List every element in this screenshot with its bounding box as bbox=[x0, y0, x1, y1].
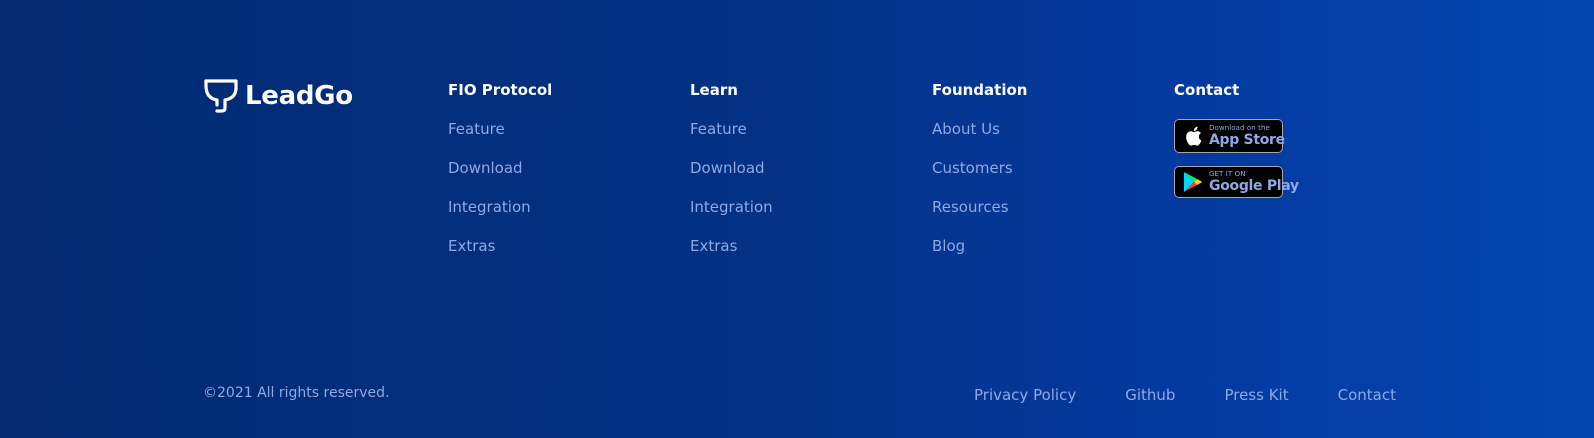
footer-link-download[interactable]: Download bbox=[448, 159, 523, 177]
footer-link-extras[interactable]: Extras bbox=[448, 237, 495, 255]
app-store-badge[interactable]: Download on the App Store bbox=[1174, 119, 1285, 153]
github-link[interactable]: Github bbox=[1125, 386, 1175, 404]
column-heading: Learn bbox=[690, 81, 738, 99]
funnel-logo-icon bbox=[204, 79, 238, 113]
footer-column-learn: Learn Feature Download Integration Extra… bbox=[690, 80, 773, 275]
app-store-title: App Store bbox=[1209, 132, 1285, 148]
footer-link-about-us[interactable]: About Us bbox=[932, 120, 1000, 138]
column-heading: Foundation bbox=[932, 81, 1028, 99]
brand-logo[interactable]: LeadGo bbox=[203, 78, 353, 114]
copyright-text: ©2021 All rights reserved. bbox=[203, 385, 390, 401]
google-play-icon bbox=[1184, 172, 1202, 192]
press-kit-link[interactable]: Press Kit bbox=[1224, 386, 1288, 404]
footer-link-integration[interactable]: Integration bbox=[448, 198, 531, 216]
google-play-caption: GET IT ON bbox=[1209, 170, 1246, 178]
brand-name: LeadGo bbox=[245, 81, 353, 111]
contact-link[interactable]: Contact bbox=[1338, 386, 1396, 404]
footer-column-fio-protocol: FIO Protocol Feature Download Integratio… bbox=[448, 80, 552, 275]
site-footer: LeadGo FIO Protocol Feature Download Int… bbox=[0, 0, 1594, 438]
app-store-caption: Download on the bbox=[1209, 124, 1270, 132]
apple-icon bbox=[1186, 126, 1202, 146]
footer-column-contact: Contact Download on the App Store GET IT… bbox=[1174, 80, 1299, 211]
column-heading: FIO Protocol bbox=[448, 81, 553, 99]
column-heading: Contact bbox=[1174, 81, 1240, 99]
footer-link-feature[interactable]: Feature bbox=[448, 120, 505, 138]
footer-link-customers[interactable]: Customers bbox=[932, 159, 1013, 177]
footer-link-blog[interactable]: Blog bbox=[932, 237, 965, 255]
footer-link-extras[interactable]: Extras bbox=[690, 237, 737, 255]
google-play-title: Google Play bbox=[1209, 178, 1299, 194]
google-play-badge[interactable]: GET IT ON Google Play bbox=[1174, 166, 1299, 198]
footer-column-foundation: Foundation About Us Customers Resources … bbox=[932, 80, 1027, 275]
footer-link-download[interactable]: Download bbox=[690, 159, 765, 177]
privacy-policy-link[interactable]: Privacy Policy bbox=[974, 386, 1076, 404]
footer-link-feature[interactable]: Feature bbox=[690, 120, 747, 138]
footer-link-resources[interactable]: Resources bbox=[932, 198, 1009, 216]
footer-bottom-nav: Privacy Policy Github Press Kit Contact bbox=[974, 386, 1396, 404]
footer-link-integration[interactable]: Integration bbox=[690, 198, 773, 216]
